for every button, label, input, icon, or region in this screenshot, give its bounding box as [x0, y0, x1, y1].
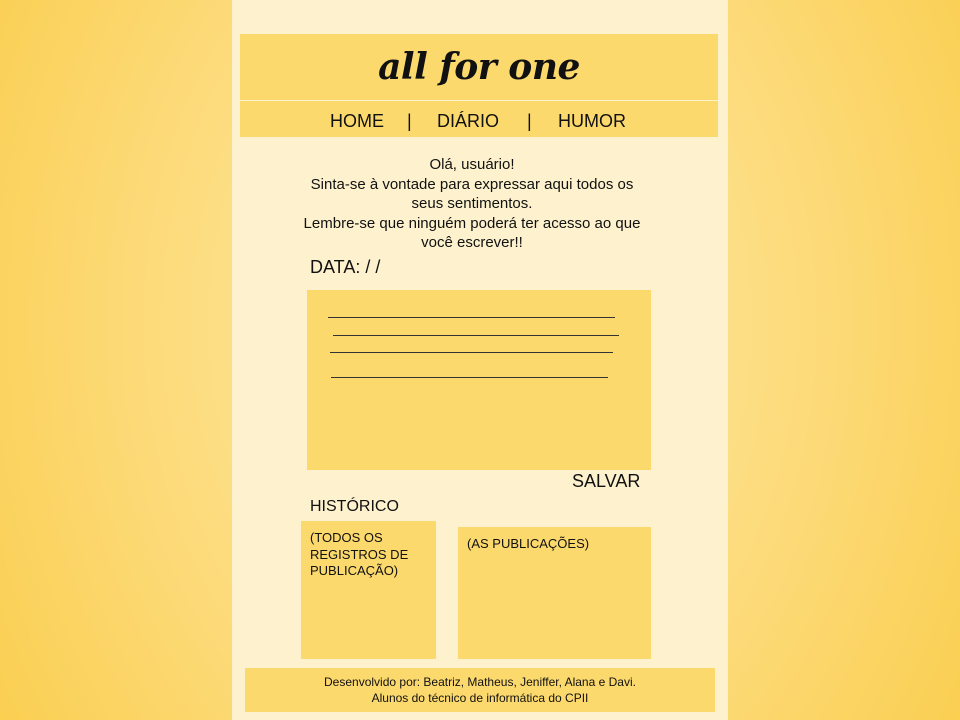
posts-panel[interactable]: (AS PUBLICAÇÕES) [458, 527, 651, 659]
posts-placeholder: (AS PUBLICAÇÕES) [467, 536, 590, 551]
main-nav: HOME | DIÁRIO | HUMOR [240, 101, 718, 137]
diary-text-area[interactable] [307, 290, 651, 470]
nav-separator: | [407, 111, 412, 131]
save-button[interactable]: SALVAR [572, 471, 640, 492]
footer-credits: Desenvolvido por: Beatriz, Matheus, Jeni… [324, 675, 636, 689]
welcome-line: você escrever!! [421, 234, 523, 251]
writing-line [328, 317, 615, 318]
welcome-line: Lembre-se que ninguém poderá ter acesso … [303, 214, 641, 232]
records-list-panel[interactable]: (TODOS OS REGISTROS DE PUBLICAÇÃO) [301, 521, 436, 659]
writing-line [330, 352, 613, 353]
nav-separator: | [527, 111, 532, 131]
writing-line [333, 335, 619, 336]
footer-school: Alunos do técnico de informática do CPII [371, 690, 589, 705]
header-banner: all for one [240, 34, 718, 100]
welcome-line: Olá, usuário! [429, 156, 515, 173]
footer: Desenvolvido por: Beatriz, Matheus, Jeni… [245, 668, 715, 712]
nav-item-home[interactable]: HOME [330, 111, 384, 132]
date-field[interactable]: DATA: / / [310, 257, 380, 278]
records-placeholder: (TODOS OS REGISTROS DE PUBLICAÇÃO) [310, 530, 409, 578]
nav-item-mood[interactable]: HUMOR [558, 111, 626, 132]
welcome-line: seus sentimentos. [411, 195, 533, 212]
history-heading: HISTÓRICO [310, 498, 399, 515]
welcome-line: Sinta-se à vontade para expressar aqui t… [310, 175, 634, 193]
welcome-message: Olá, usuário! Sinta-se à vontade para ex… [282, 155, 662, 253]
writing-line [331, 377, 608, 378]
nav-item-diary[interactable]: DIÁRIO [437, 111, 499, 132]
app-logo: all for one [378, 46, 580, 88]
